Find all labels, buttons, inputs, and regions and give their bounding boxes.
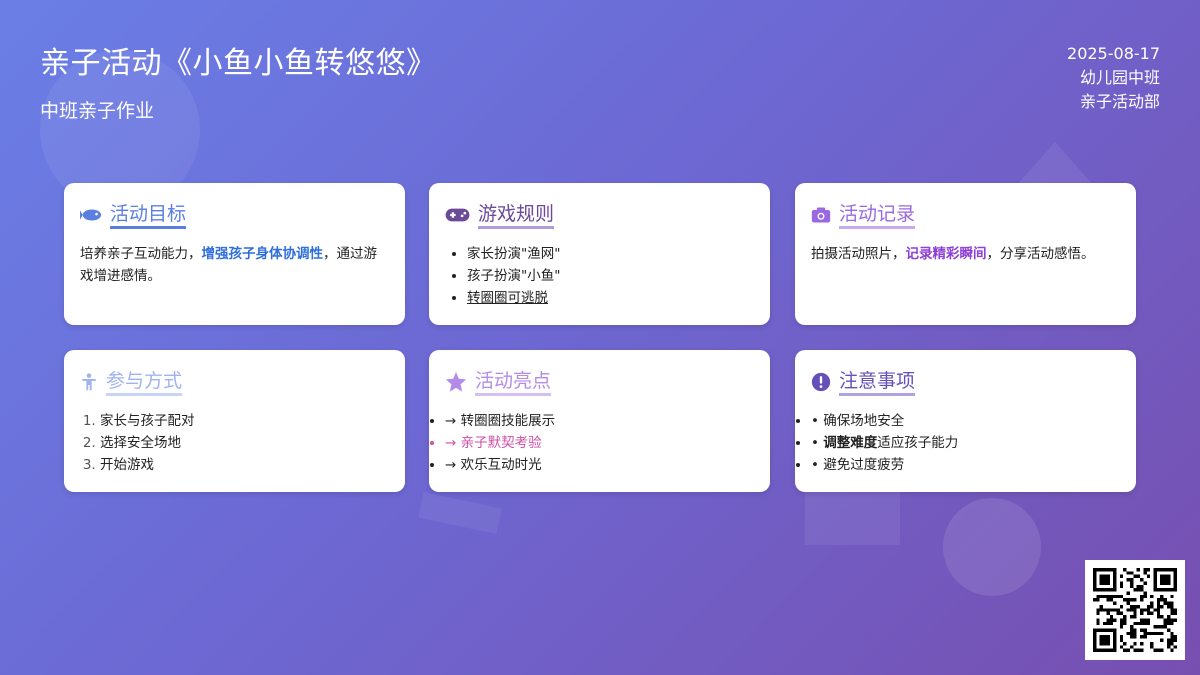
list-item: 开始游戏 (100, 454, 389, 476)
card-list: → 转圈圈技能展示 → 亲子默契考验 → 欢乐互动时光 (445, 410, 754, 476)
list-item: 家长与孩子配对 (100, 410, 389, 432)
card-title: 活动目标 (110, 202, 187, 229)
card-list: 家长扮演"渔网" 孩子扮演"小鱼" 转圈圈可逃脱 (445, 243, 754, 309)
exclamation-circle-icon (811, 372, 831, 392)
card-header: 活动亮点 (445, 368, 754, 396)
page-subtitle: 中班亲子作业 (40, 100, 155, 122)
card-highlights: 活动亮点 → 转圈圈技能展示 → 亲子默契考验 → 欢乐互动时光 (429, 350, 770, 492)
card-activity-goal: 活动目标 培养亲子互动能力，增强孩子身体协调性，通过游戏增进感情。 (64, 183, 405, 325)
list-item: 确保场地安全 (811, 410, 1120, 432)
card-header: 活动目标 (80, 201, 389, 229)
card-title: 活动记录 (839, 202, 916, 229)
card-header: 参与方式 (80, 368, 389, 396)
gamepad-icon (445, 208, 470, 222)
highlight-text: 增强孩子身体协调性 (201, 246, 324, 262)
text-segment: 拍摄活动照片， (811, 246, 906, 262)
qr-code-icon (1093, 568, 1177, 652)
department-label: 亲子活动部 (1079, 92, 1160, 111)
list-item-text: 适应孩子能力 (877, 435, 959, 451)
header-meta: 2025-08-17 幼儿园中班 亲子活动部 (1067, 42, 1160, 114)
card-header: 游戏规则 (445, 201, 754, 229)
text-segment: ，分享活动感悟。 (986, 246, 1095, 262)
decor-circle (943, 498, 1041, 596)
fish-icon (80, 209, 102, 221)
list-item: 转圈圈可逃脱 (467, 287, 754, 309)
card-text: 拍摄活动照片，记录精彩瞬间，分享活动感悟。 (811, 243, 1120, 265)
date-label: 2025-08-17 (1067, 44, 1160, 63)
list-item: 选择安全场地 (100, 432, 389, 454)
list-item: 避免过度疲劳 (811, 454, 1120, 476)
card-notes: 注意事项 确保场地安全 调整难度适应孩子能力 避免过度疲劳 (795, 350, 1136, 492)
camera-icon (811, 207, 831, 223)
text-segment: 培养亲子互动能力， (80, 246, 202, 262)
card-list: 家长与孩子配对 选择安全场地 开始游戏 (80, 410, 389, 476)
card-title: 活动亮点 (475, 369, 552, 396)
card-header: 活动记录 (811, 201, 1120, 229)
card-game-rules: 游戏规则 家长扮演"渔网" 孩子扮演"小鱼" 转圈圈可逃脱 (429, 183, 770, 325)
card-header: 注意事项 (811, 368, 1120, 396)
list-item: 家长扮演"渔网" (467, 243, 754, 265)
star-icon (445, 371, 467, 392)
page-title: 亲子活动《小鱼小鱼转悠悠》 (40, 46, 437, 81)
header: 亲子活动《小鱼小鱼转悠悠》 中班亲子作业 (40, 38, 437, 123)
list-item: 调整难度适应孩子能力 (811, 432, 1120, 454)
card-title: 注意事项 (839, 369, 916, 396)
class-label: 幼儿园中班 (1079, 68, 1160, 87)
card-participation: 参与方式 家长与孩子配对 选择安全场地 开始游戏 (64, 350, 405, 492)
list-item: → 亲子默契考验 (445, 432, 754, 454)
card-title: 游戏规则 (478, 202, 555, 229)
list-item-text: 确保场地安全 (823, 413, 905, 429)
list-item: → 欢乐互动时光 (445, 454, 754, 476)
child-icon (82, 373, 96, 391)
list-item: → 转圈圈技能展示 (445, 410, 754, 432)
decor-rectangle (418, 491, 502, 535)
card-title: 参与方式 (106, 369, 183, 396)
list-item: 孩子扮演"小鱼" (467, 265, 754, 287)
highlight-text: 记录精彩瞬间 (905, 246, 987, 262)
qr-code (1085, 560, 1185, 660)
card-activity-record: 活动记录 拍摄活动照片，记录精彩瞬间，分享活动感悟。 (795, 183, 1136, 325)
list-item-bold: 调整难度 (823, 435, 878, 451)
card-list: 确保场地安全 调整难度适应孩子能力 避免过度疲劳 (811, 410, 1120, 476)
card-text: 培养亲子互动能力，增强孩子身体协调性，通过游戏增进感情。 (80, 243, 389, 287)
list-item-text: 避免过度疲劳 (823, 457, 905, 473)
